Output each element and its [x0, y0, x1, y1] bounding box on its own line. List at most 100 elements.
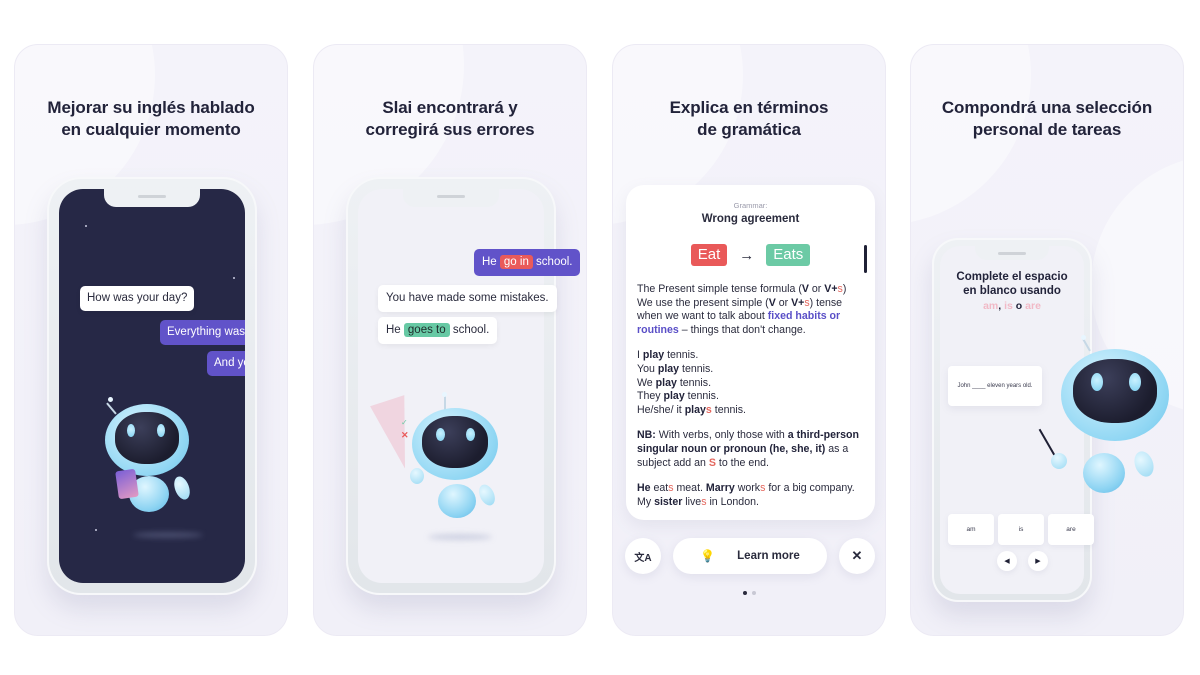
robot-mascot [93, 394, 213, 544]
robot-mascot [1038, 335, 1181, 495]
robot-body [1083, 453, 1125, 493]
correction-highlight: goes to [403, 323, 450, 337]
robot-shadow [133, 532, 203, 538]
text: meat. [673, 482, 706, 495]
star-decoration [233, 277, 235, 279]
robot-face [1073, 359, 1157, 423]
phone-screen: How was your day? Everything was cool! A… [59, 189, 245, 583]
choice-are[interactable]: are [1048, 514, 1094, 545]
scrollbar-thumb[interactable] [864, 245, 867, 273]
text: tennis. [667, 349, 699, 362]
translate-button[interactable]: 文A [625, 538, 661, 574]
text: am [983, 300, 999, 312]
text: o [1012, 300, 1026, 312]
robot-arm [410, 468, 424, 484]
robot-antenna-tip [1081, 335, 1086, 340]
text: sister [654, 495, 683, 508]
robot-body [438, 484, 476, 518]
check-icon: ✓ [401, 418, 408, 427]
grammar-title: Wrong agreement [701, 213, 800, 225]
text: V+ [791, 296, 805, 309]
task-title: Complete el espacio en blanco usando [956, 271, 1068, 297]
chat-bubble-bot: You have made some mistakes. [378, 285, 557, 312]
prev-icon: ◀ [1004, 558, 1010, 565]
panel-grammar: Explica en términos de gramática Grammar… [612, 44, 886, 636]
pagination-dots [613, 591, 885, 595]
robot-antenna [106, 402, 117, 415]
text: tennis. [679, 376, 712, 389]
choice-am[interactable]: am [948, 514, 994, 545]
wrong-word: Eat [690, 244, 728, 266]
page-dot-active[interactable] [742, 591, 747, 595]
choice-is[interactable]: is [998, 514, 1044, 545]
text: is [1004, 300, 1013, 312]
text: With verbs, only those with [655, 429, 788, 442]
sentence-card: John ____ eleven years old. [948, 366, 1042, 406]
text: He [637, 482, 651, 495]
text: You [637, 362, 655, 375]
robot-eye [436, 428, 445, 441]
robot-eye [1129, 373, 1141, 391]
text: work [734, 482, 761, 495]
robot-antenna-tip [108, 397, 113, 402]
panel-title: Compondrá una selección personal de tare… [941, 98, 1153, 139]
translate-icon: 文A [634, 552, 652, 564]
robot-shadow [428, 534, 492, 540]
text: s [705, 403, 712, 416]
phone-notch [975, 246, 1049, 260]
page-dot[interactable] [751, 591, 756, 595]
grammar-label: Grammar: [733, 201, 768, 210]
chat-bubble-user: Everything was cool! [160, 320, 245, 345]
robot-arm [1051, 453, 1067, 469]
panel-tasks: Compondrá una selección personal de tare… [910, 44, 1184, 636]
text: play [684, 403, 706, 416]
phone-mockup: How was your day? Everything was cool! A… [47, 177, 257, 595]
robot-eye [127, 424, 135, 437]
panel-speak-anytime: Mejorar su inglés hablado en cualquier m… [14, 44, 288, 636]
text: ) [842, 283, 847, 295]
text: or [808, 283, 825, 295]
examples-paragraph: I play tennis. You play tennis. We play … [637, 349, 863, 417]
grammar-card: Grammar: Wrong agreement Eat → Eats The … [626, 185, 875, 520]
close-icon: ✕ [851, 548, 863, 563]
text: V+ [824, 283, 838, 295]
chat-bubble-correction: He goes to school. [378, 317, 498, 344]
text: or [775, 296, 792, 309]
phone-mockup: He go in school. You have made some mist… [346, 177, 581, 595]
text: tennis. [682, 362, 714, 375]
text: The Present simple tense formula ( [637, 283, 802, 295]
text: S [708, 456, 716, 469]
sentence-part: school. [536, 256, 573, 268]
nb-paragraph: NB: With verbs, only those with a third-… [637, 429, 863, 470]
text: are [1025, 300, 1041, 312]
text: live [682, 495, 702, 508]
correct-word: Eats [766, 244, 811, 266]
correction-row: Eat → Eats [626, 244, 875, 266]
task-options-text: am, is o are [940, 300, 1084, 312]
text: Marry [705, 482, 735, 495]
robot-arm [1131, 448, 1157, 480]
sentence-part: He [386, 324, 401, 336]
prev-button[interactable]: ◀ [997, 551, 1017, 571]
sentence-part: school. [452, 324, 490, 336]
phone-notch [104, 189, 200, 207]
panel-find-errors: Slai encontrará y corregirá sus errores … [313, 44, 587, 636]
chat-bubble-bot: How was your day? [80, 286, 195, 311]
text: I [637, 349, 640, 362]
text: in London. [706, 495, 759, 508]
robot-eye [466, 428, 475, 441]
phone-notch [403, 189, 499, 207]
chat-bubble-user: And yours? [207, 351, 245, 376]
text: – things that don't change. [678, 323, 806, 336]
learn-more-button[interactable]: 💡 Learn more [673, 538, 827, 574]
text: eat [650, 482, 669, 495]
text: They [637, 390, 661, 403]
text: play [655, 376, 677, 389]
close-button[interactable]: ✕ [839, 538, 875, 574]
next-button[interactable]: ▶ [1028, 551, 1048, 571]
text: V [801, 283, 809, 295]
sentences-paragraph: He eats meat. Marry works for a big comp… [637, 482, 863, 509]
next-icon: ▶ [1035, 558, 1041, 565]
text: He/she/ it [637, 403, 682, 416]
robot-mascot: ✓ ✕ [370, 392, 520, 544]
